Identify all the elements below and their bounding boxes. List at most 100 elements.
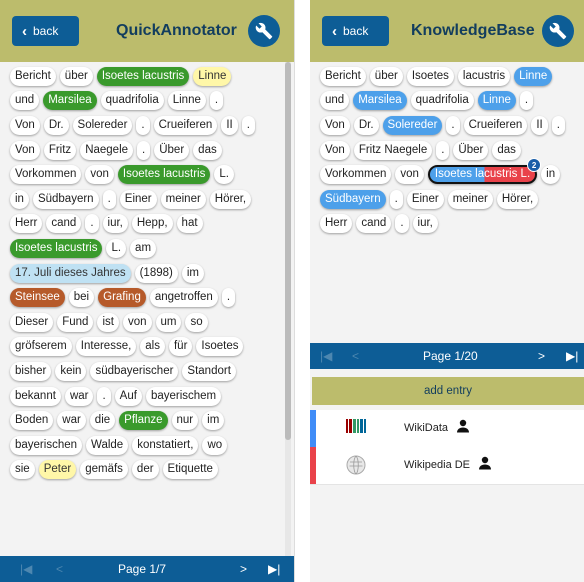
token[interactable]: sie xyxy=(10,460,35,480)
kb-entry-wikipedia-de[interactable]: Wikipedia DE xyxy=(310,447,584,484)
token[interactable]: Fritz Naegele xyxy=(353,140,433,160)
annotated-token[interactable]: Isoetes lacustris xyxy=(96,66,190,86)
token[interactable]: . xyxy=(209,91,224,111)
token[interactable]: (1898) xyxy=(134,263,178,283)
annotated-token[interactable]: Isoetes lacustris xyxy=(10,238,103,258)
token[interactable]: war xyxy=(57,411,86,431)
token[interactable]: wo xyxy=(202,435,228,455)
token[interactable]: Boden xyxy=(10,411,54,431)
token[interactable]: iur, xyxy=(102,214,128,234)
token[interactable]: angetroffen xyxy=(149,288,218,308)
right-next-page-button[interactable]: > xyxy=(538,349,545,363)
token[interactable]: in xyxy=(10,189,29,209)
token[interactable]: bekannt xyxy=(10,386,61,406)
token[interactable]: kein xyxy=(55,361,87,381)
add-entry-button[interactable]: add entry xyxy=(312,377,584,405)
token[interactable]: Hörer, xyxy=(496,189,539,209)
token[interactable]: II xyxy=(221,115,238,135)
annotated-token[interactable]: Linne xyxy=(514,66,553,86)
left-scroll-thumb[interactable] xyxy=(285,62,291,440)
annotated-token[interactable]: Peter xyxy=(38,460,77,480)
left-prev-page-button[interactable]: < xyxy=(56,562,63,576)
token[interactable]: von xyxy=(85,165,114,185)
token[interactable]: Dr. xyxy=(353,115,379,135)
token[interactable]: Walde xyxy=(86,435,129,455)
token[interactable]: iur, xyxy=(412,214,438,234)
token[interactable]: meiner xyxy=(160,189,206,209)
token[interactable]: Von xyxy=(10,115,40,135)
annotated-token[interactable]: 17. Juli dieses Jahres xyxy=(10,263,131,283)
token[interactable]: cand xyxy=(46,214,82,234)
token[interactable]: Standort xyxy=(182,361,236,381)
token[interactable]: der xyxy=(131,460,159,480)
token[interactable]: Von xyxy=(10,140,40,160)
annotated-token[interactable]: Isoetes lacustris xyxy=(117,165,211,185)
token[interactable]: über xyxy=(59,66,93,86)
token[interactable]: . xyxy=(395,214,409,234)
annotated-token[interactable]: Steinsee xyxy=(10,288,65,308)
token[interactable]: . xyxy=(85,214,99,234)
kb-entry-wikidata[interactable]: WikiData xyxy=(310,410,584,447)
token[interactable]: . xyxy=(446,115,460,135)
token[interactable]: . xyxy=(221,288,236,308)
annotated-token[interactable]: Grafing xyxy=(98,288,146,308)
token[interactable]: von xyxy=(122,312,152,332)
token[interactable]: hat xyxy=(176,214,203,234)
token[interactable]: für xyxy=(168,337,193,357)
token[interactable]: Isoetes xyxy=(196,337,244,357)
annotated-token[interactable]: Linne xyxy=(477,91,516,111)
right-back-button[interactable]: ‹ back xyxy=(322,16,389,46)
token[interactable]: Einer xyxy=(406,189,444,209)
token[interactable]: Bericht xyxy=(320,66,366,86)
token[interactable]: so xyxy=(185,312,208,332)
token[interactable]: Herr xyxy=(320,214,353,234)
token[interactable]: lacustris xyxy=(457,66,511,86)
token[interactable]: . xyxy=(241,115,255,135)
token[interactable]: II xyxy=(531,115,548,135)
token[interactable]: Bericht xyxy=(10,66,56,86)
token[interactable]: bayerischen xyxy=(10,435,83,455)
token[interactable]: von xyxy=(395,165,424,185)
token[interactable]: das xyxy=(193,140,222,160)
left-last-page-button[interactable]: ▶| xyxy=(268,562,280,576)
right-settings-button[interactable] xyxy=(542,15,574,47)
token[interactable]: . xyxy=(436,140,450,160)
token[interactable]: Vorkommen xyxy=(320,165,392,185)
token[interactable]: Crueiferen xyxy=(463,115,528,135)
annotated-token[interactable]: Marsilea xyxy=(353,91,407,111)
token[interactable]: Fund xyxy=(57,312,94,332)
token[interactable]: . xyxy=(519,91,534,111)
token[interactable]: . xyxy=(136,115,150,135)
token[interactable]: . xyxy=(389,189,403,209)
token[interactable]: Dieser xyxy=(10,312,54,332)
token[interactable]: Von xyxy=(320,115,350,135)
token[interactable]: quadrifolia xyxy=(410,91,474,111)
left-back-button[interactable]: ‹ back xyxy=(12,16,79,46)
token[interactable]: L. xyxy=(106,238,127,258)
token[interactable]: in xyxy=(541,165,561,185)
right-last-page-button[interactable]: ▶| xyxy=(566,349,578,363)
token[interactable]: Crueiferen xyxy=(153,115,218,135)
token[interactable]: Dr. xyxy=(43,115,69,135)
token[interactable]: im xyxy=(202,411,225,431)
token[interactable]: Etiquette xyxy=(162,460,218,480)
left-scrollbar[interactable] xyxy=(285,62,291,556)
token[interactable]: Hörer, xyxy=(209,189,252,209)
token[interactable]: bisher xyxy=(10,361,52,381)
token[interactable]: L. xyxy=(214,165,234,185)
token[interactable]: im xyxy=(181,263,204,283)
token[interactable]: . xyxy=(97,386,111,406)
left-next-page-button[interactable]: > xyxy=(240,562,247,576)
token[interactable]: um xyxy=(155,312,182,332)
token[interactable]: südbayerischer xyxy=(90,361,179,381)
annotated-token[interactable]: Südbayern xyxy=(320,189,386,209)
token[interactable]: quadrifolia xyxy=(100,91,164,111)
token[interactable]: meiner xyxy=(447,189,493,209)
right-first-page-button[interactable]: |◀ xyxy=(320,349,332,363)
token[interactable]: Von xyxy=(320,140,350,160)
token[interactable]: bayerischem xyxy=(145,386,222,406)
token[interactable]: gröfserem xyxy=(10,337,72,357)
token[interactable]: Hepp, xyxy=(131,214,173,234)
token[interactable]: nur xyxy=(171,411,199,431)
token[interactable]: Solereder xyxy=(72,115,133,135)
